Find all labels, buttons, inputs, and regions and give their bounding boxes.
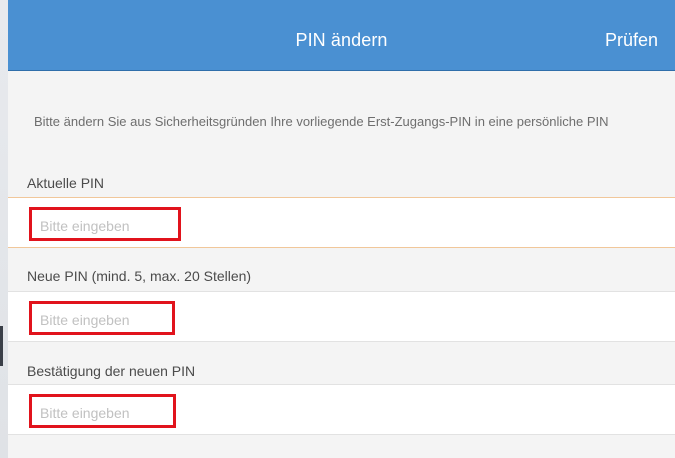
confirm-pin-input[interactable]: Bitte eingeben	[29, 394, 176, 428]
confirm-pin-label-row: Bestätigung der neuen PIN	[8, 357, 675, 385]
current-pin-input[interactable]: Bitte eingeben	[29, 207, 181, 241]
new-pin-label: Neue PIN (mind. 5, max. 20 Stellen)	[27, 268, 252, 284]
verify-button[interactable]: Prüfen	[605, 30, 658, 51]
header-bar: PIN ändern Prüfen	[8, 0, 675, 71]
current-pin-placeholder: Bitte eingeben	[40, 218, 130, 234]
current-pin-divider-bottom	[8, 247, 675, 248]
page-title: PIN ändern	[295, 30, 388, 50]
left-edge-mark	[0, 326, 3, 366]
pin-change-screen: PIN ändern Prüfen Bitte ändern Sie aus S…	[0, 0, 675, 458]
left-edge-strip	[0, 0, 8, 458]
new-pin-row: Bitte eingeben	[8, 292, 675, 341]
confirm-pin-placeholder: Bitte eingeben	[40, 405, 130, 421]
confirm-pin-divider-bottom	[8, 434, 675, 435]
new-pin-placeholder: Bitte eingeben	[40, 312, 130, 328]
current-pin-row: Bitte eingeben	[8, 198, 675, 247]
form-content: Bitte ändern Sie aus Sicherheitsgründen …	[8, 71, 675, 458]
new-pin-label-row: Neue PIN (mind. 5, max. 20 Stellen)	[8, 262, 675, 290]
confirm-pin-row: Bitte eingeben	[8, 385, 675, 434]
new-pin-divider-bottom	[8, 341, 675, 342]
new-pin-input[interactable]: Bitte eingeben	[29, 301, 175, 335]
current-pin-label: Aktuelle PIN	[27, 175, 105, 191]
confirm-pin-label: Bestätigung der neuen PIN	[27, 363, 196, 379]
current-pin-label-row: Aktuelle PIN	[8, 169, 675, 197]
intro-text: Bitte ändern Sie aus Sicherheitsgründen …	[34, 114, 609, 129]
